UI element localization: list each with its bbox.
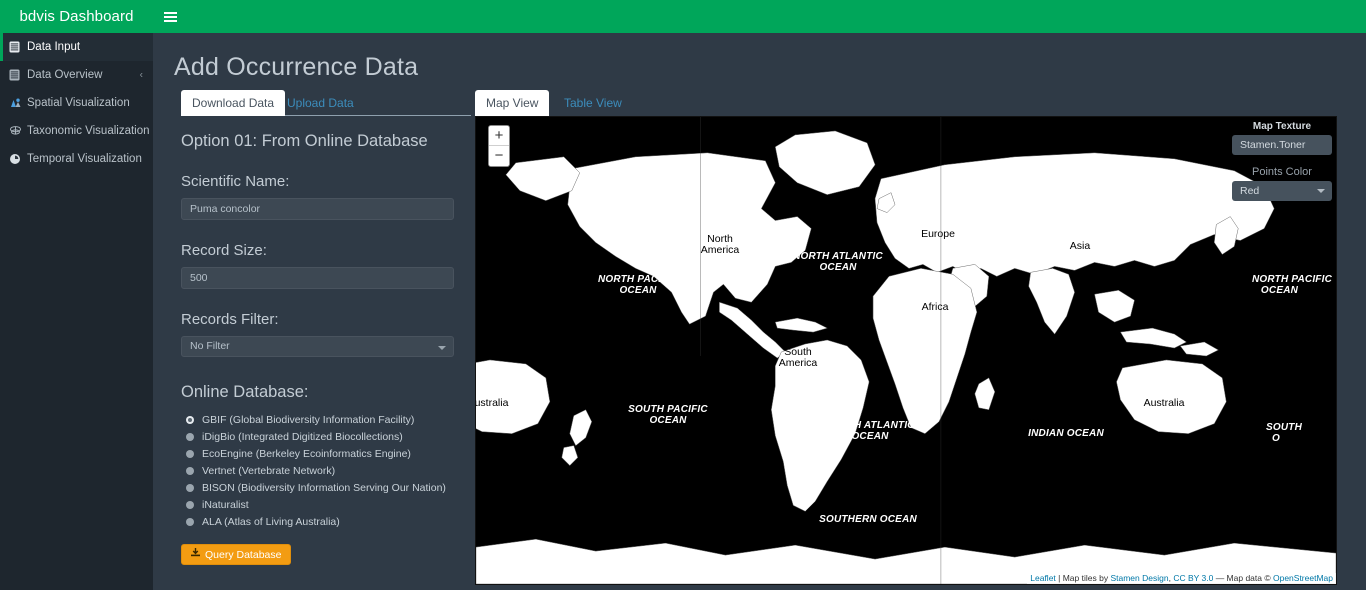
map-zoom-control: + − bbox=[488, 125, 510, 167]
sidebar-item-label: Data Overview bbox=[27, 69, 103, 81]
sidebar-item-data-overview[interactable]: Data Overview ‹ bbox=[0, 61, 153, 89]
radio-inaturalist[interactable]: iNaturalist bbox=[181, 496, 483, 513]
sidebar-item-label: Spatial Visualization bbox=[27, 97, 130, 109]
database-icon bbox=[9, 41, 27, 53]
radio-icon bbox=[186, 432, 194, 441]
download-data-panel: Download Data Upload Data Option 01: Fro… bbox=[181, 90, 483, 565]
map-texture-label: Map Texture bbox=[1252, 121, 1312, 132]
stamen-link[interactable]: Stamen Design bbox=[1110, 573, 1168, 583]
tab-download-data[interactable]: Download Data bbox=[181, 90, 286, 116]
sidebar: Data Input Data Overview ‹ Spatial Visua… bbox=[0, 33, 153, 590]
radio-label: iNaturalist bbox=[202, 498, 249, 511]
clock-icon bbox=[9, 153, 27, 165]
hamburger-icon bbox=[163, 11, 177, 22]
points-color-value: Red bbox=[1240, 185, 1260, 197]
radio-ala[interactable]: ALA (Atlas of Living Australia) bbox=[181, 513, 483, 530]
radio-gbif[interactable]: GBIF (Global Biodiversity Information Fa… bbox=[181, 411, 483, 428]
radio-label: GBIF (Global Biodiversity Information Fa… bbox=[202, 413, 415, 426]
scientific-name-label: Scientific Name: bbox=[181, 173, 290, 190]
leaflet-link[interactable]: Leaflet bbox=[1030, 573, 1056, 583]
tab-table-view[interactable]: Table View bbox=[553, 90, 633, 116]
tab-map-view[interactable]: Map View bbox=[475, 90, 550, 116]
radio-icon bbox=[186, 466, 194, 475]
radio-icon bbox=[186, 483, 194, 492]
map-attribution: Leaflet | Map tiles by Stamen Design, CC… bbox=[1027, 573, 1336, 584]
map-panel: Map View Table View + − North America So… bbox=[475, 90, 1366, 585]
query-database-button[interactable]: Query Database bbox=[181, 544, 292, 565]
attr-sep-3: — Map data © bbox=[1213, 573, 1273, 583]
sidebar-item-taxonomic-visualization[interactable]: Taxonomic Visualization bbox=[0, 117, 153, 145]
radio-label: EcoEngine (Berkeley Ecoinformatics Engin… bbox=[202, 447, 411, 460]
chevron-down-icon bbox=[1317, 189, 1325, 193]
radio-ecoengine[interactable]: EcoEngine (Berkeley Ecoinformatics Engin… bbox=[181, 445, 483, 462]
chevron-left-icon: ‹ bbox=[139, 69, 143, 81]
radio-icon bbox=[186, 415, 194, 424]
record-size-input[interactable] bbox=[181, 267, 454, 289]
scientific-name-input[interactable] bbox=[181, 198, 454, 220]
openstreetmap-link[interactable]: OpenStreetMap bbox=[1273, 573, 1333, 583]
map-controls-group: Map Texture Stamen.Toner Points Color Re… bbox=[1232, 121, 1332, 201]
radio-label: iDigBio (Integrated Digitized Biocollect… bbox=[202, 430, 403, 443]
zoom-out-button[interactable]: − bbox=[489, 146, 509, 166]
content-area: Add Occurrence Data Download Data Upload… bbox=[153, 33, 1366, 590]
radio-label: ALA (Atlas of Living Australia) bbox=[202, 515, 340, 528]
map-marker-icon bbox=[9, 97, 27, 109]
leaflet-map[interactable]: + − North America South America Europe Afr… bbox=[475, 116, 1337, 585]
query-database-label: Query Database bbox=[205, 548, 282, 561]
page-title: Add Occurrence Data bbox=[174, 53, 419, 81]
radio-vertnet[interactable]: Vertnet (Vertebrate Network) bbox=[181, 462, 483, 479]
sidebar-item-label: Temporal Visualization bbox=[27, 153, 142, 165]
attr-sep-1: | Map tiles by bbox=[1055, 573, 1111, 583]
top-navbar: bdvis Dashboard bbox=[0, 0, 1366, 33]
map-texture-select[interactable]: Stamen.Toner bbox=[1232, 135, 1332, 155]
radio-bison[interactable]: BISON (Biodiversity Information Serving … bbox=[181, 479, 483, 496]
sidebar-item-data-input[interactable]: Data Input bbox=[0, 33, 153, 61]
map-texture-value: Stamen.Toner bbox=[1240, 139, 1306, 151]
radio-label: BISON (Biodiversity Information Serving … bbox=[202, 481, 446, 494]
sidebar-toggle-button[interactable] bbox=[153, 0, 187, 33]
app-root: bdvis Dashboard Data Input Data Overview… bbox=[0, 0, 1366, 590]
record-size-label: Record Size: bbox=[181, 242, 267, 259]
tab-upload-data[interactable]: Upload Data bbox=[276, 90, 365, 116]
license-link[interactable]: CC BY 3.0 bbox=[1173, 573, 1213, 583]
sitemap-icon bbox=[9, 125, 27, 137]
radio-icon bbox=[186, 500, 194, 509]
radio-icon bbox=[186, 517, 194, 526]
zoom-in-button[interactable]: + bbox=[489, 126, 509, 146]
controls-spacer bbox=[1232, 155, 1332, 166]
world-map-tiles bbox=[476, 117, 1336, 584]
sidebar-item-temporal-visualization[interactable]: Temporal Visualization bbox=[0, 145, 153, 173]
records-filter-value: No Filter bbox=[190, 340, 230, 352]
radio-idigbio[interactable]: iDigBio (Integrated Digitized Biocollect… bbox=[181, 428, 483, 445]
option-heading: Option 01: From Online Database bbox=[181, 132, 428, 150]
sidebar-item-label: Data Input bbox=[27, 41, 81, 53]
points-color-label: Points Color bbox=[1252, 166, 1312, 178]
records-filter-select[interactable]: No Filter bbox=[181, 336, 454, 357]
sidebar-item-label: Taxonomic Visualization bbox=[27, 125, 150, 137]
chevron-down-icon bbox=[438, 346, 446, 350]
sidebar-item-spatial-visualization[interactable]: Spatial Visualization bbox=[0, 89, 153, 117]
online-database-radio-group: GBIF (Global Biodiversity Information Fa… bbox=[181, 411, 483, 530]
database-icon bbox=[9, 69, 27, 81]
radio-label: Vertnet (Vertebrate Network) bbox=[202, 464, 336, 477]
map-tabbar: Map View Table View bbox=[475, 90, 1345, 116]
points-color-select[interactable]: Red bbox=[1232, 181, 1332, 201]
records-filter-label: Records Filter: bbox=[181, 311, 279, 328]
radio-icon bbox=[186, 449, 194, 458]
brand-logo[interactable]: bdvis Dashboard bbox=[0, 0, 153, 33]
online-database-heading: Online Database: bbox=[181, 383, 309, 401]
form-tabbar: Download Data Upload Data bbox=[181, 90, 471, 116]
download-icon bbox=[191, 548, 205, 561]
